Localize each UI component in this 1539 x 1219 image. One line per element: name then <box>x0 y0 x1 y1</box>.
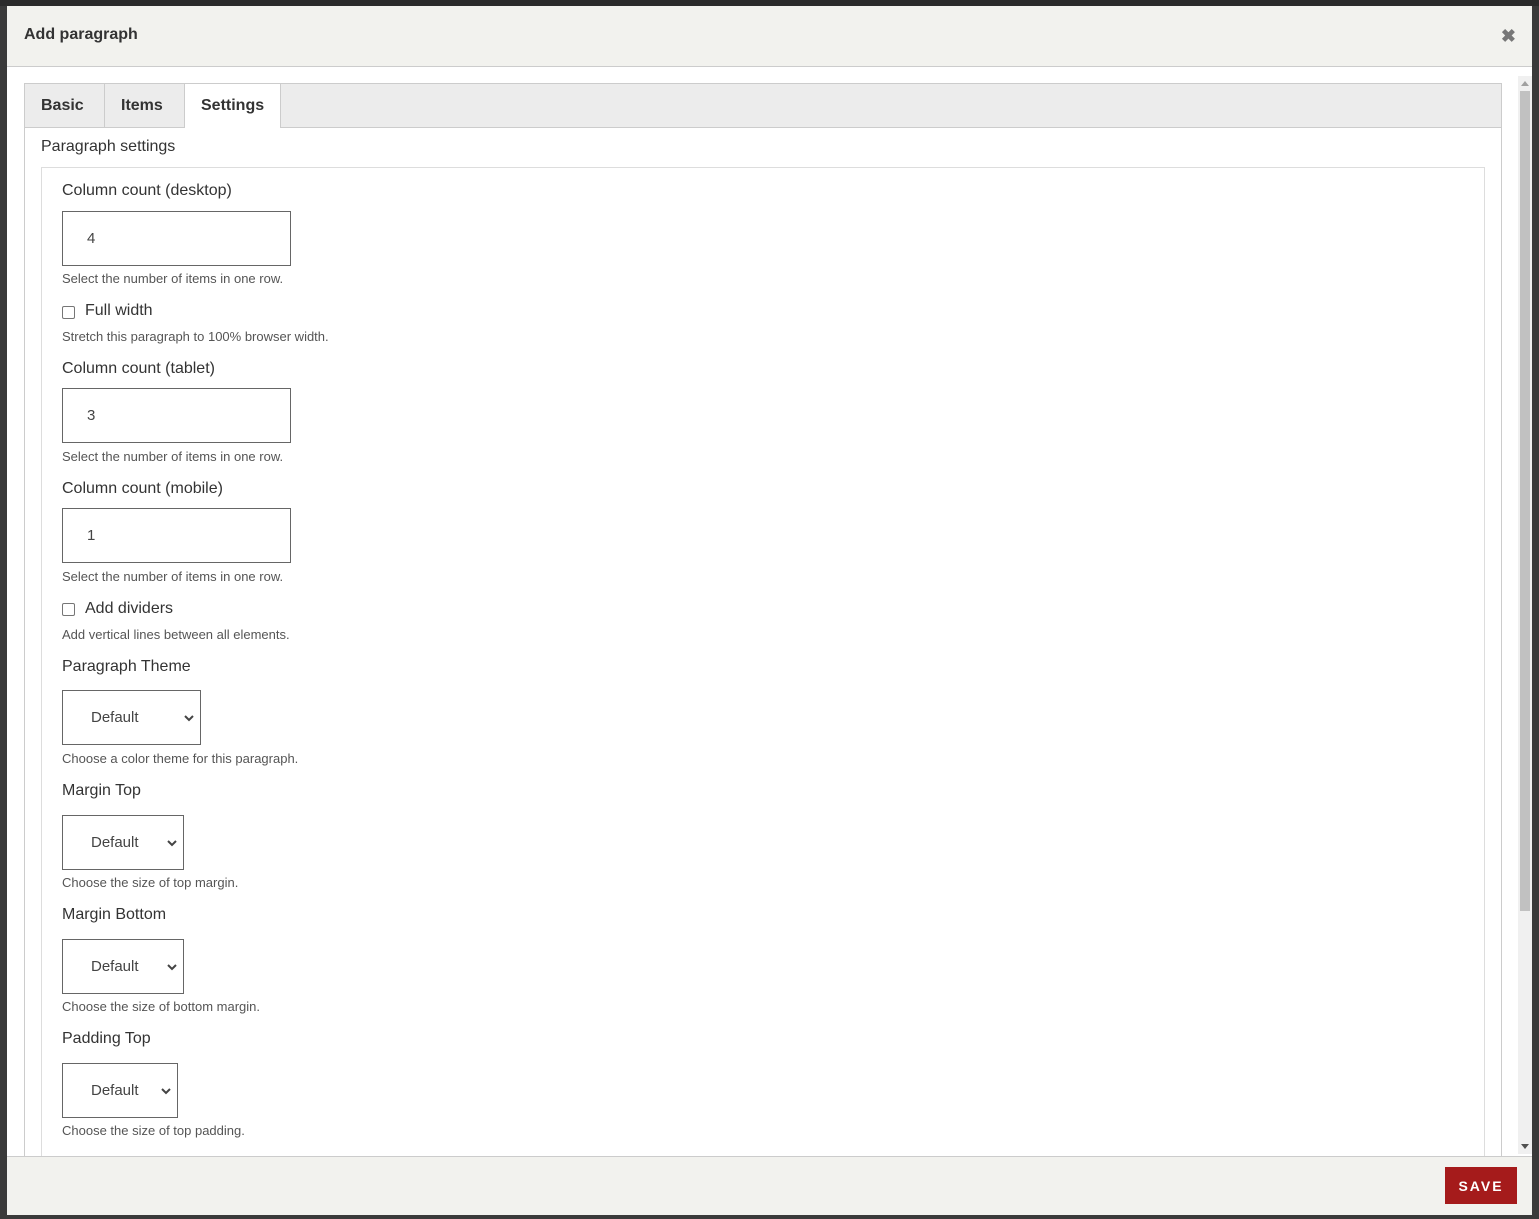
tab-basic[interactable]: Basic <box>25 84 105 127</box>
fieldset-legend: Paragraph settings <box>41 138 176 155</box>
margin-top-description: Choose the size of top margin. <box>62 875 239 890</box>
add-dividers-checkbox[interactable] <box>62 603 75 616</box>
dialog-title: Add paragraph <box>24 26 138 43</box>
scroll-down-arrow-icon[interactable] <box>1521 1144 1529 1149</box>
margin-top-select[interactable]: Default <box>62 815 184 870</box>
column-tablet-label: Column count (tablet) <box>62 360 215 377</box>
padding-top-select-value: Default <box>91 1082 139 1099</box>
theme-select-value: Default <box>91 709 139 726</box>
save-button[interactable]: SAVE <box>1445 1167 1517 1204</box>
add-paragraph-dialog: Add paragraph ✖ Basic Items Settings Par… <box>7 6 1532 1215</box>
full-width-checkbox[interactable] <box>62 306 75 319</box>
column-mobile-description: Select the number of items in one row. <box>62 569 284 584</box>
full-width-label[interactable]: Full width <box>85 302 153 320</box>
padding-top-select[interactable]: Default <box>62 1063 178 1118</box>
chevron-down-icon <box>167 839 177 846</box>
margin-bottom-select-value: Default <box>91 958 139 975</box>
dialog-titlebar: Add paragraph ✖ <box>7 6 1532 67</box>
column-tablet-input[interactable] <box>62 388 291 443</box>
theme-description: Choose a color theme for this paragraph. <box>62 751 299 766</box>
column-desktop-input[interactable] <box>62 211 291 266</box>
margin-bottom-select[interactable]: Default <box>62 939 184 994</box>
theme-select[interactable]: Default <box>62 690 201 745</box>
column-mobile-label: Column count (mobile) <box>62 480 223 497</box>
scrollbar-thumb[interactable] <box>1520 91 1530 911</box>
column-mobile-input[interactable] <box>62 508 291 563</box>
paragraph-settings-fieldset: Column count (desktop) Select the number… <box>41 167 1485 1156</box>
padding-top-description: Choose the size of top padding. <box>62 1123 245 1138</box>
chevron-down-icon <box>184 714 194 721</box>
theme-label: Paragraph Theme <box>62 658 191 675</box>
dialog-content: Basic Items Settings Paragraph settings … <box>7 67 1532 1156</box>
margin-bottom-description: Choose the size of bottom margin. <box>62 999 260 1014</box>
tab-settings[interactable]: Settings <box>185 84 281 128</box>
content-scrollbar[interactable] <box>1518 76 1532 1154</box>
column-tablet-description: Select the number of items in one row. <box>62 449 284 464</box>
margin-top-label: Margin Top <box>62 782 141 799</box>
tabs-container: Basic Items Settings Paragraph settings … <box>24 83 1502 1156</box>
chevron-down-icon <box>167 963 177 970</box>
tab-bar: Basic Items Settings <box>25 84 1501 128</box>
add-dividers-label[interactable]: Add dividers <box>85 600 173 618</box>
tab-items[interactable]: Items <box>105 84 185 127</box>
close-icon[interactable]: ✖ <box>1501 26 1516 46</box>
full-width-description: Stretch this paragraph to 100% browser w… <box>62 329 329 344</box>
dialog-footer: SAVE <box>7 1156 1532 1215</box>
scroll-up-arrow-icon[interactable] <box>1521 81 1529 86</box>
chevron-down-icon <box>161 1087 171 1094</box>
padding-top-label: Padding Top <box>62 1030 151 1047</box>
add-dividers-description: Add vertical lines between all elements. <box>62 627 290 642</box>
margin-top-select-value: Default <box>91 834 139 851</box>
column-desktop-label: Column count (desktop) <box>62 182 232 199</box>
margin-bottom-label: Margin Bottom <box>62 906 167 923</box>
column-desktop-description: Select the number of items in one row. <box>62 271 284 286</box>
